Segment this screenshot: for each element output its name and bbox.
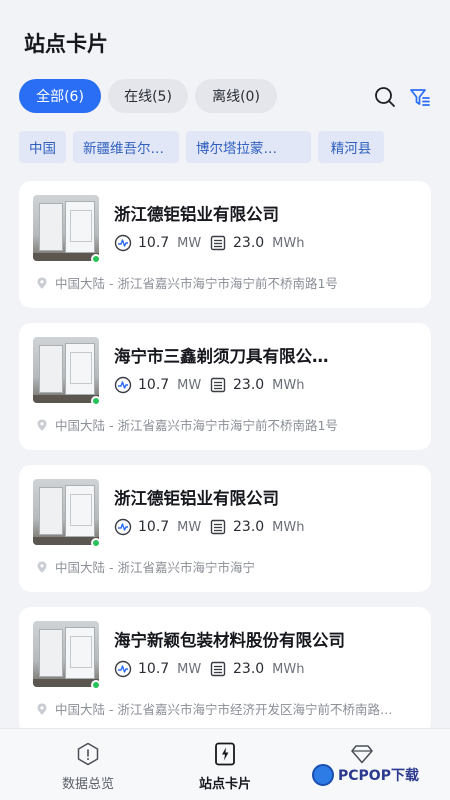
energy-unit: MWh — [272, 235, 305, 251]
power-metric: 10.7 MW — [114, 518, 201, 536]
lightning-card-icon — [215, 742, 235, 766]
status-tabs: 全部(6) 在线(5) 离线(0) — [19, 79, 277, 113]
power-gauge-icon — [114, 234, 132, 252]
power-metric: 10.7 MW — [114, 660, 201, 678]
tab-online[interactable]: 在线(5) — [108, 79, 188, 113]
energy-list-icon — [210, 377, 226, 393]
energy-list-icon — [210, 661, 226, 677]
online-status-dot — [91, 538, 101, 548]
energy-value: 23.0 — [233, 519, 265, 535]
energy-value: 23.0 — [233, 235, 265, 251]
location-pin-icon — [37, 703, 47, 715]
watermark-badge — [312, 764, 334, 786]
power-value: 10.7 — [138, 377, 170, 393]
region-chip-province[interactable]: 新疆维吾尔… — [73, 131, 179, 163]
station-address: 中国大陆 - 浙江省嘉兴市海宁市海宁 — [35, 557, 415, 576]
station-name: 海宁新颖包装材料股份有限公司 — [114, 631, 345, 650]
station-address: 中国大陆 - 浙江省嘉兴市海宁市海宁前不桥南路1号 — [35, 415, 415, 434]
info-icon — [77, 742, 99, 766]
station-name: 海宁市三鑫剃须刀具有限公… — [114, 347, 329, 366]
power-unit: MW — [177, 661, 202, 677]
power-metric: 10.7 MW — [114, 376, 201, 394]
online-status-dot — [91, 396, 101, 406]
power-value: 10.7 — [138, 661, 170, 677]
region-chip-prefecture[interactable]: 博尔塔拉蒙… — [186, 131, 311, 163]
energy-metric: 23.0 MWh — [209, 518, 304, 536]
energy-metric: 23.0 MWh — [209, 234, 304, 252]
energy-unit: MWh — [272, 519, 305, 535]
energy-unit: MWh — [272, 661, 305, 677]
online-status-dot — [91, 680, 101, 690]
region-chip-county[interactable]: 精河县 — [318, 131, 384, 163]
energy-metric: 23.0 MWh — [209, 660, 304, 678]
power-gauge-icon — [114, 660, 132, 678]
online-status-dot — [91, 254, 101, 264]
energy-unit: MWh — [272, 377, 305, 393]
power-unit: MW — [177, 519, 202, 535]
energy-list-icon — [210, 519, 226, 535]
location-pin-icon — [37, 277, 47, 289]
station-card[interactable]: 海宁市三鑫剃须刀具有限公… 10.7 MW 23.0 MWh 中国大陆 - 浙江省嘉… — [19, 323, 431, 450]
station-photo — [33, 337, 99, 403]
station-address: 中国大陆 - 浙江省嘉兴市海宁市海宁前不桥南路1号 — [35, 273, 415, 292]
region-chip-country[interactable]: 中国 — [19, 131, 66, 163]
station-name: 浙江德钜铝业有限公司 — [114, 489, 279, 508]
station-card[interactable]: 浙江德钜铝业有限公司 10.7 MW 23.0 MWh 中国大陆 - 浙江省嘉兴市海… — [19, 181, 431, 308]
station-card[interactable]: 海宁新颖包装材料股份有限公司 10.7 MW 23.0 MWh 中国大陆 - 浙江省… — [19, 607, 431, 734]
search-icon[interactable] — [372, 84, 398, 110]
station-photo — [33, 479, 99, 545]
station-photo — [33, 195, 99, 261]
page-title: 站点卡片 — [24, 32, 108, 56]
energy-list-icon — [210, 235, 226, 251]
power-metric: 10.7 MW — [114, 234, 201, 252]
filter-icon[interactable] — [407, 84, 433, 110]
energy-value: 23.0 — [233, 661, 265, 677]
power-gauge-icon — [114, 376, 132, 394]
station-address: 中国大陆 - 浙江省嘉兴市海宁市经济开发区海宁前不桥南路… — [35, 699, 415, 718]
power-value: 10.7 — [138, 519, 170, 535]
nav-station-cards[interactable]: 站点卡片 — [175, 741, 275, 792]
station-photo — [33, 621, 99, 687]
station-name: 浙江德钜铝业有限公司 — [114, 205, 279, 224]
power-unit: MW — [177, 235, 202, 251]
region-breadcrumb: 中国 新疆维吾尔… 博尔塔拉蒙… 精河县 — [19, 131, 384, 163]
nav-data-overview[interactable]: 数据总览 — [38, 741, 138, 792]
power-unit: MW — [177, 377, 202, 393]
tab-offline[interactable]: 离线(0) — [195, 79, 277, 113]
location-pin-icon — [37, 419, 47, 431]
watermark-logo: PCPOP下载 — [312, 758, 419, 792]
location-pin-icon — [37, 561, 47, 573]
power-value: 10.7 — [138, 235, 170, 251]
energy-metric: 23.0 MWh — [209, 376, 304, 394]
tab-all[interactable]: 全部(6) — [19, 79, 101, 113]
energy-value: 23.0 — [233, 377, 265, 393]
power-gauge-icon — [114, 518, 132, 536]
station-card[interactable]: 浙江德钜铝业有限公司 10.7 MW 23.0 MWh 中国大陆 - 浙江省嘉兴市海… — [19, 465, 431, 592]
